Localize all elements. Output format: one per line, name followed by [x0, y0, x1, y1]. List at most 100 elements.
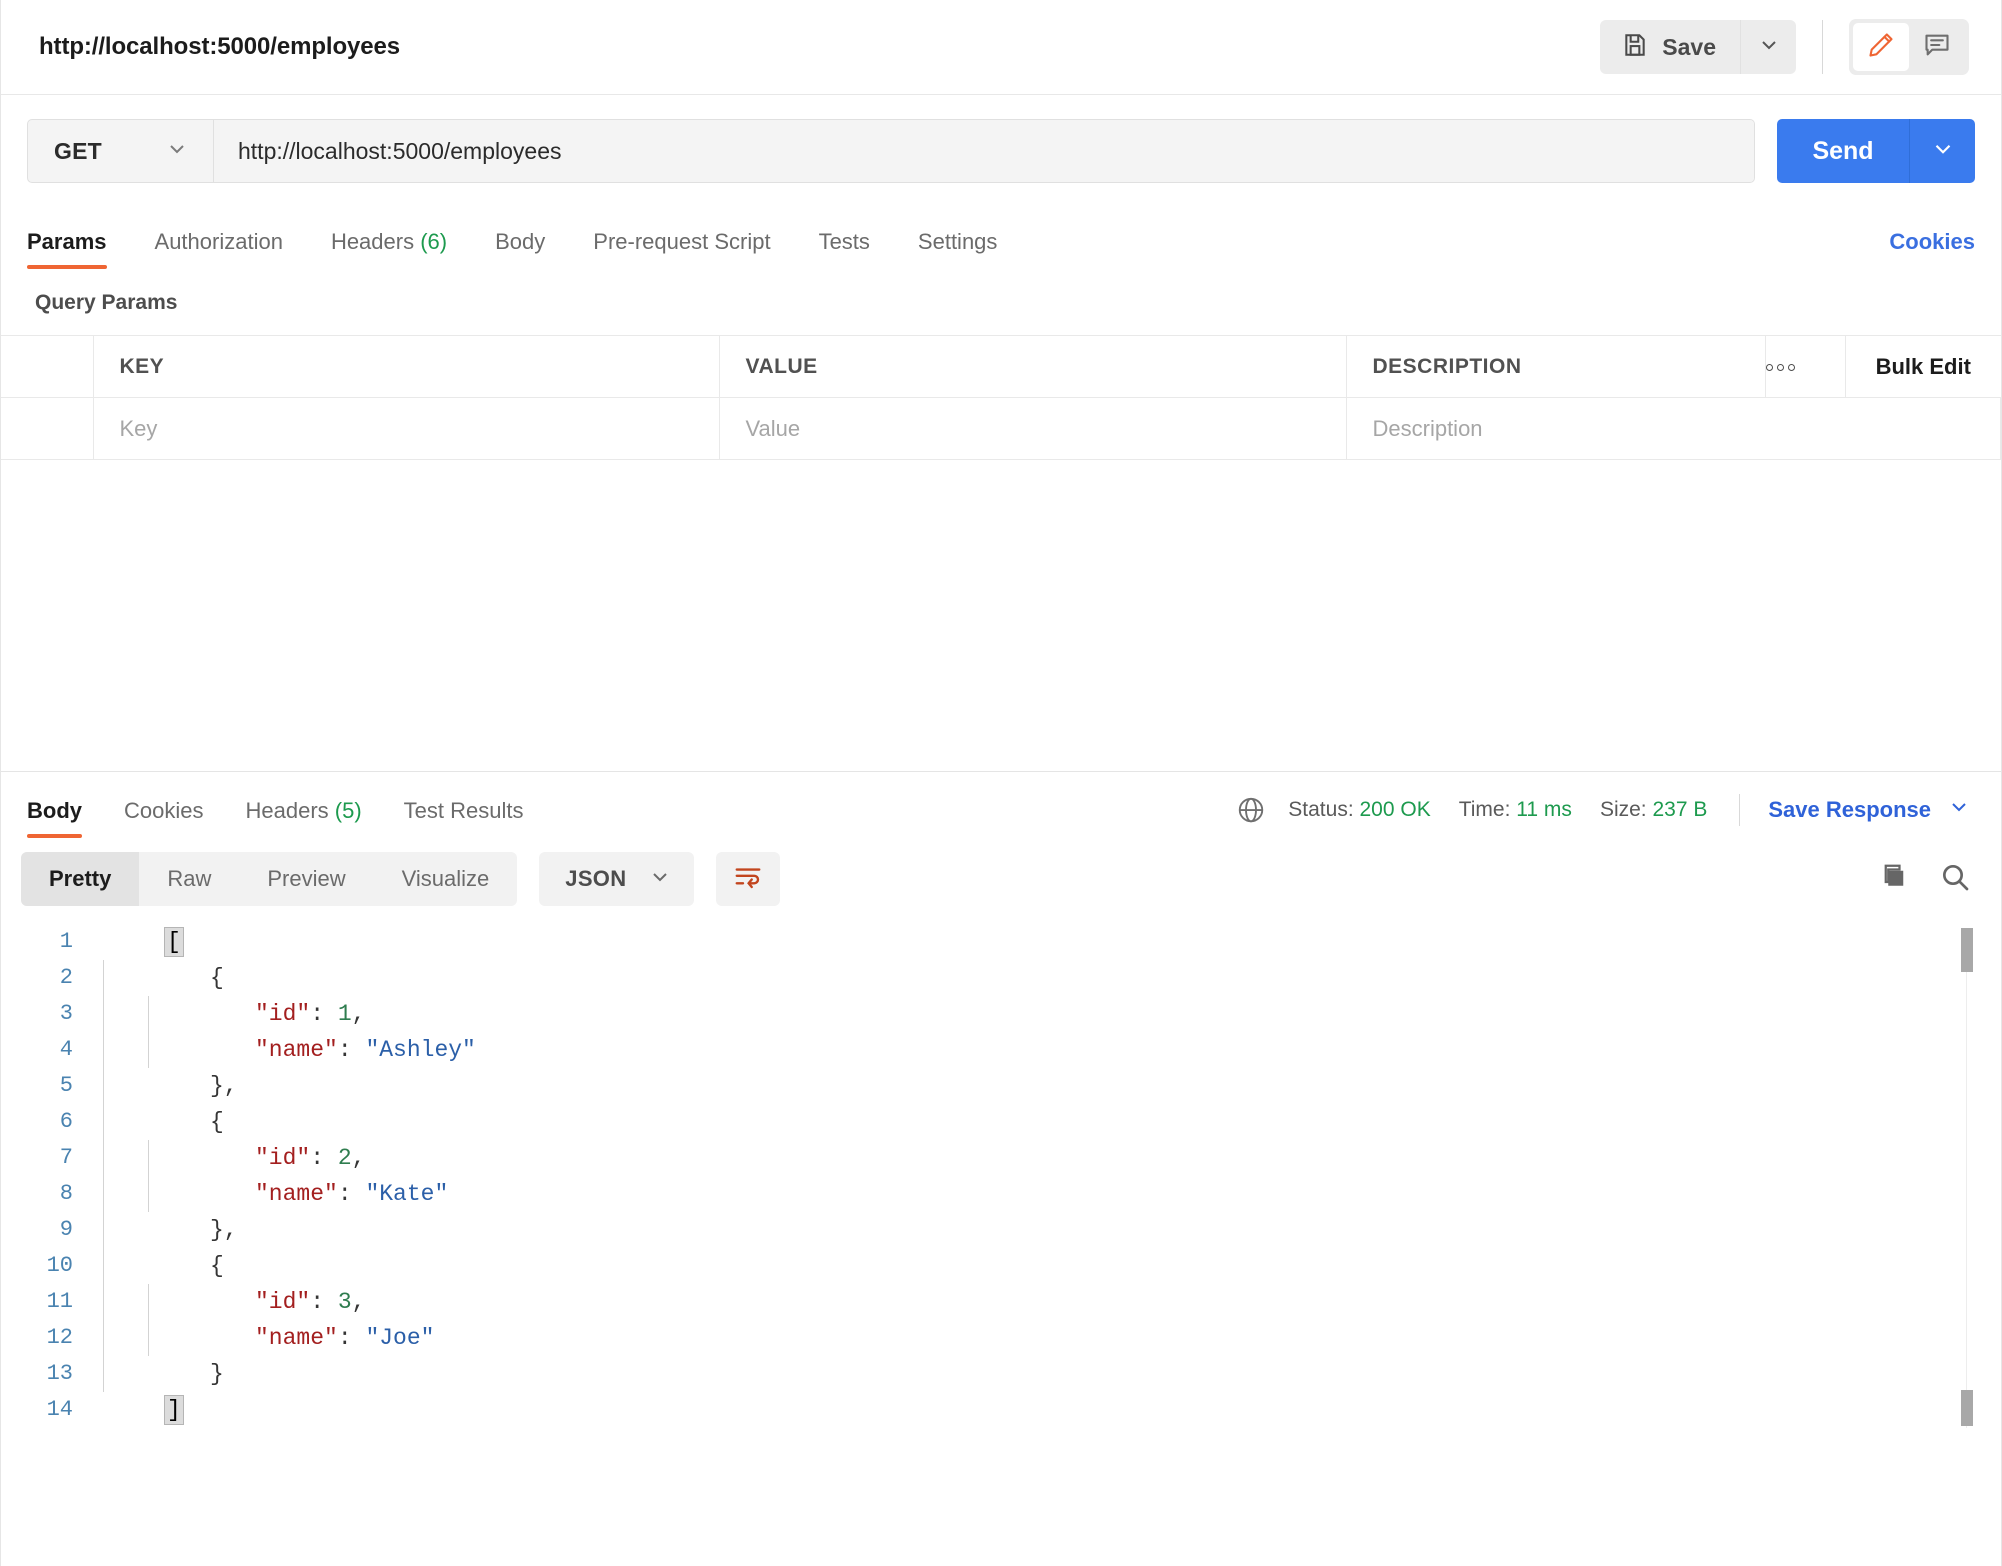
code-token: {: [210, 1253, 224, 1279]
save-dropdown-button[interactable]: [1741, 20, 1796, 74]
tab-body[interactable]: Body: [495, 229, 545, 269]
line-number: 14: [1, 1392, 95, 1428]
indent-guides: [95, 1068, 165, 1104]
chevron-down-icon: [1947, 795, 1971, 825]
copy-button[interactable]: [1877, 862, 1907, 897]
tab-headers[interactable]: Headers (6): [331, 229, 447, 269]
chevron-down-icon: [648, 865, 672, 894]
param-description-cell[interactable]: Description: [1346, 398, 2001, 460]
code-scrollbar-thumb[interactable]: [1961, 928, 1973, 972]
column-header-key-label: KEY: [94, 355, 719, 379]
code-line: 12"name": "Joe": [1, 1320, 2001, 1356]
tab-label: Pre-request Script: [593, 229, 770, 254]
indent-guides: [95, 1104, 165, 1140]
code-token: "name": [255, 1181, 338, 1207]
save-response-button[interactable]: Save Response: [1768, 795, 1971, 825]
size-badge: Size: 237 B: [1600, 798, 1707, 822]
view-mode-preview[interactable]: Preview: [239, 852, 373, 906]
send-button-group: Send: [1777, 119, 1975, 183]
search-button[interactable]: [1939, 861, 1971, 898]
indent-guides: [95, 1212, 165, 1248]
code-token: "id": [255, 1289, 310, 1315]
request-tabs: Params Authorization Headers (6) Body Pr…: [1, 207, 2001, 269]
pencil-icon: [1867, 31, 1895, 64]
code-token: [: [165, 928, 183, 956]
column-header-description: DESCRIPTION: [1346, 336, 1766, 398]
code-token: ,: [352, 1145, 366, 1171]
send-button[interactable]: Send: [1777, 119, 1910, 183]
tab-authorization[interactable]: Authorization: [155, 229, 283, 269]
response-code-viewer[interactable]: 1[2{3"id": 1,4"name": "Ashley"5},6{7"id"…: [1, 924, 2001, 1428]
code-line: 2{: [1, 960, 2001, 996]
row-checkbox-cell[interactable]: [1, 398, 93, 460]
indent-guides: [95, 1032, 165, 1068]
tab-tests[interactable]: Tests: [819, 229, 870, 269]
view-mode-pretty[interactable]: Pretty: [21, 852, 139, 906]
query-params-table: KEY VALUE DESCRIPTION Bulk Edit: [1, 335, 2001, 460]
view-mode-segment-group: Pretty Raw Preview Visualize: [21, 852, 517, 906]
code-token: :: [338, 1037, 366, 1063]
word-wrap-icon: [733, 862, 763, 897]
code-token: }: [210, 1361, 224, 1387]
http-method-select[interactable]: GET: [28, 120, 214, 182]
params-empty-area: [1, 460, 2001, 772]
param-key-input[interactable]: Key: [94, 416, 719, 442]
indent-guides: [95, 960, 165, 996]
code-line: 8"name": "Kate": [1, 1176, 2001, 1212]
send-dropdown-button[interactable]: [1910, 119, 1975, 183]
word-wrap-button[interactable]: [716, 852, 780, 906]
line-number: 2: [1, 960, 95, 996]
indent-guides: [95, 1140, 165, 1176]
response-format-value: JSON: [565, 866, 626, 892]
response-header: Body Cookies Headers (5) Test Results: [1, 772, 2001, 838]
line-number: 3: [1, 996, 95, 1032]
code-token: "name": [255, 1325, 338, 1351]
comment-icon: [1923, 31, 1951, 64]
response-tab-cookies[interactable]: Cookies: [124, 798, 203, 838]
code-token: "id": [255, 1001, 310, 1027]
param-key-cell[interactable]: Key: [93, 398, 719, 460]
cookies-link[interactable]: Cookies: [1889, 229, 1975, 269]
tab-label: Headers: [331, 229, 414, 254]
save-button-label: Save: [1662, 34, 1716, 61]
response-tab-test-results[interactable]: Test Results: [404, 798, 524, 838]
response-meta: Status: 200 OK Time: 11 ms Size: 237 B S…: [1236, 794, 1971, 838]
code-scrollbar-thumb-bottom[interactable]: [1961, 1390, 1973, 1426]
param-description-input[interactable]: Description: [1347, 416, 2001, 442]
line-number: 8: [1, 1176, 95, 1212]
response-tab-label: Cookies: [124, 798, 203, 823]
view-mode-visualize[interactable]: Visualize: [374, 852, 518, 906]
indent-guides: [95, 1356, 165, 1392]
bulk-edit-button[interactable]: Bulk Edit: [1846, 336, 2001, 398]
toolbar-divider: [1822, 20, 1823, 74]
tab-pre-request-script[interactable]: Pre-request Script: [593, 229, 770, 269]
chevron-down-icon: [1757, 33, 1781, 62]
view-mode-icon-group: [1849, 19, 1969, 75]
body-toolbar-actions: [1877, 861, 1971, 898]
comments-button[interactable]: [1909, 23, 1965, 71]
save-button[interactable]: Save: [1600, 20, 1741, 74]
edit-request-button[interactable]: [1853, 23, 1909, 71]
tab-settings[interactable]: Settings: [918, 229, 998, 269]
more-options-icon: [1766, 364, 1795, 371]
globe-icon: [1236, 795, 1266, 825]
code-line: 7"id": 2,: [1, 1140, 2001, 1176]
response-tab-label: Test Results: [404, 798, 524, 823]
params-options-button[interactable]: [1766, 336, 1846, 398]
response-format-select[interactable]: JSON: [539, 852, 694, 906]
param-value-input[interactable]: Value: [720, 416, 1346, 442]
code-text: {: [165, 960, 224, 996]
view-mode-raw[interactable]: Raw: [139, 852, 239, 906]
tab-params[interactable]: Params: [27, 229, 107, 269]
code-line: 9},: [1, 1212, 2001, 1248]
param-value-cell[interactable]: Value: [719, 398, 1346, 460]
code-token: "Kate": [365, 1181, 448, 1207]
tab-label: Settings: [918, 229, 998, 254]
response-tab-body[interactable]: Body: [27, 798, 82, 838]
code-line: 13}: [1, 1356, 2001, 1392]
floppy-disk-icon: [1622, 32, 1648, 63]
response-tab-headers[interactable]: Headers (5): [245, 798, 361, 838]
line-number: 5: [1, 1068, 95, 1104]
url-input[interactable]: http://localhost:5000/employees: [214, 120, 1754, 182]
code-token: {: [210, 1109, 224, 1135]
